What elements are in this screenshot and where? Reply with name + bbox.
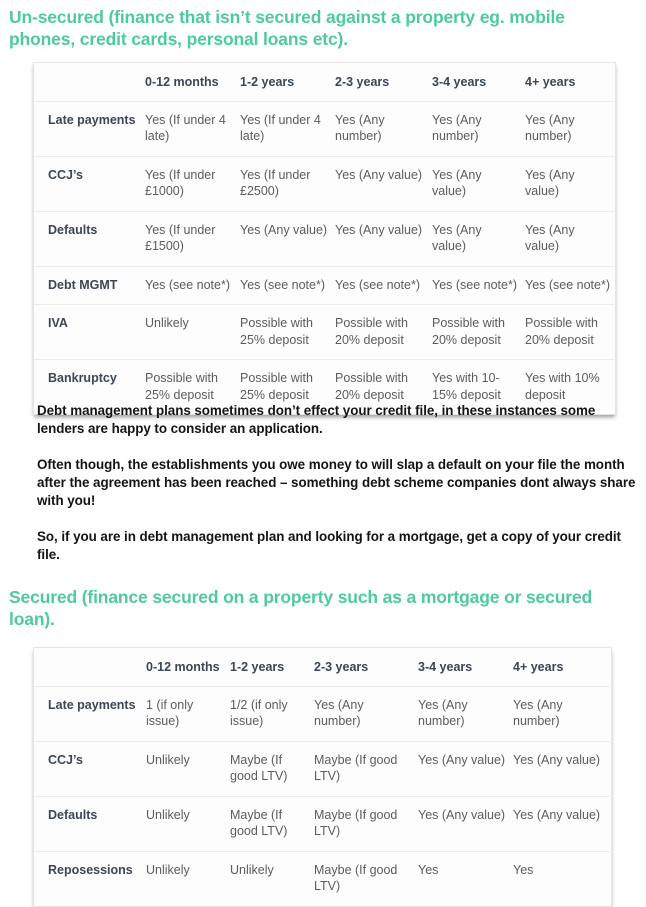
row-label-reposessions: Reposessions	[48, 862, 133, 877]
table-row: CCJ’s Yes (If under £1000) Yes (If under…	[34, 156, 617, 212]
heading-unsecured: Un-secured (finance that isn’t secured a…	[9, 7, 565, 49]
table-cell: Yes (Any value)	[418, 796, 513, 852]
heading-secured: Secured (finance secured on a property s…	[9, 587, 593, 629]
table-cell: Yes (Any number)	[314, 686, 418, 742]
unsecured-table-container: 0-12 months 1-2 years 2-3 years 3-4 year…	[33, 62, 617, 415]
table-cell: Yes	[418, 862, 439, 877]
table-cell: Yes (see note*)	[335, 266, 432, 305]
table-header-row: 0-12 months 1-2 years 2-3 years 3-4 year…	[34, 63, 617, 102]
row-label-ccjs: CCJ’s	[34, 156, 145, 212]
row-label-ccjs: CCJ’s	[34, 741, 146, 797]
row-label-late-payments: Late payments	[34, 686, 146, 742]
table-cell: Yes (Any value)	[418, 741, 513, 797]
header-corner-cell	[34, 648, 146, 687]
table-row: Late payments Yes (If under 4 late) Yes …	[34, 101, 617, 157]
header-col-3-4-years: 3-4 years	[418, 648, 513, 687]
table-cell: Yes (If under £2500)	[240, 156, 335, 212]
table-row: Defaults Unlikely Maybe (If good LTV) Ma…	[34, 796, 613, 852]
table-cell: 1/2 (if only issue)	[230, 686, 314, 742]
table-cell: Yes (Any value)	[513, 741, 613, 797]
header-col-4-plus-years: 4+ years	[513, 648, 613, 687]
table-cell: Yes (Any value)	[525, 156, 617, 212]
table-cell: Yes	[513, 862, 534, 877]
row-label-defaults: Defaults	[34, 211, 145, 267]
secured-criteria-table: 0-12 months 1-2 years 2-3 years 3-4 year…	[34, 648, 613, 906]
secured-table-container: 0-12 months 1-2 years 2-3 years 3-4 year…	[33, 647, 613, 907]
header-col-0-12-months: 0-12 months	[146, 648, 230, 687]
header-col-3-4-years: 3-4 years	[432, 63, 525, 102]
table-cell: Yes (see note*)	[432, 266, 525, 305]
table-row: Reposessions Unlikely Unlikely Maybe (If…	[34, 851, 613, 906]
table-cell: Unlikely	[145, 304, 240, 360]
unsecured-table-body: Late payments Yes (If under 4 late) Yes …	[34, 101, 617, 414]
table-row: Late payments 1 (if only issue) 1/2 (if …	[34, 686, 613, 742]
table-cell: Yes (Any number)	[418, 686, 513, 742]
header-col-4-plus-years: 4+ years	[525, 63, 617, 102]
table-cell: Yes (Any number)	[513, 686, 613, 742]
table-cell: Yes (If under £1500)	[145, 211, 240, 267]
table-cell: Yes (Any number)	[335, 101, 432, 157]
table-cell: Possible with 20% deposit	[335, 304, 432, 360]
row-label-debt-mgmt: Debt MGMT	[34, 266, 145, 305]
table-cell: Yes (Any value)	[335, 156, 432, 212]
table-cell: Possible with 20% deposit	[432, 304, 525, 360]
table-cell: Yes (Any number)	[525, 101, 617, 157]
table-cell: Yes (see note*)	[525, 266, 617, 305]
table-cell: Unlikely	[146, 741, 230, 797]
table-cell: Unlikely	[230, 862, 274, 877]
table-cell: Possible with 20% deposit	[525, 304, 617, 360]
header-col-0-12-months: 0-12 months	[145, 63, 240, 102]
table-cell: Yes (see note*)	[145, 266, 240, 305]
table-cell: Yes (Any number)	[432, 101, 525, 157]
table-cell: Maybe (If good LTV)	[230, 741, 314, 797]
table-row: Defaults Yes (If under £1500) Yes (Any v…	[34, 211, 617, 267]
table-cell: Maybe (If good LTV)	[314, 741, 418, 797]
secured-table-body: Late payments 1 (if only issue) 1/2 (if …	[34, 686, 613, 906]
table-cell: Unlikely	[146, 862, 190, 877]
table-row: Debt MGMT Yes (see note*) Yes (see note*…	[34, 266, 617, 305]
table-header-row: 0-12 months 1-2 years 2-3 years 3-4 year…	[34, 648, 613, 687]
header-corner-cell	[34, 63, 145, 102]
secured-table-head: 0-12 months 1-2 years 2-3 years 3-4 year…	[34, 648, 613, 687]
paragraph-often-though: Often though, the establishments you owe…	[37, 457, 636, 508]
table-cell: Unlikely	[146, 796, 230, 852]
table-cell: 1 (if only issue)	[146, 686, 230, 742]
row-label-defaults: Defaults	[34, 796, 146, 852]
paragraph-get-credit-file: So, if you are in debt management plan a…	[37, 529, 621, 562]
table-cell: Possible with 25% deposit	[240, 304, 335, 360]
table-cell: Yes (see note*)	[240, 266, 335, 305]
table-cell: Maybe (If good LTV)	[230, 796, 314, 852]
table-cell: Yes (If under £1000)	[145, 156, 240, 212]
table-cell: Yes (Any value)	[335, 211, 432, 267]
unsecured-table-head: 0-12 months 1-2 years 2-3 years 3-4 year…	[34, 63, 617, 102]
unsecured-criteria-table: 0-12 months 1-2 years 2-3 years 3-4 year…	[34, 63, 617, 414]
table-cell: Yes (If under 4 late)	[240, 101, 335, 157]
page-root: { "theme": { "heading_color": "#4ecaa0",…	[0, 0, 646, 907]
table-row: IVA Unlikely Possible with 25% deposit P…	[34, 304, 617, 360]
table-cell: Yes (Any value)	[525, 211, 617, 267]
header-col-1-2-years: 1-2 years	[240, 63, 335, 102]
paragraph-debt-management-plans: Debt management plans sometimes don’t ef…	[37, 403, 596, 436]
row-label-late-payments: Late payments	[34, 101, 145, 157]
table-cell: Yes (Any value)	[513, 796, 613, 852]
row-label-iva: IVA	[34, 304, 145, 360]
table-cell: Yes (Any value)	[432, 211, 525, 267]
table-row: CCJ’s Unlikely Maybe (If good LTV) Maybe…	[34, 741, 613, 797]
table-cell: Yes (Any value)	[240, 211, 335, 267]
header-col-1-2-years: 1-2 years	[230, 648, 314, 687]
table-cell: Yes (If under 4 late)	[145, 101, 240, 157]
table-cell: Maybe (If good LTV)	[314, 862, 398, 894]
table-cell: Yes (Any value)	[432, 156, 525, 212]
header-col-2-3-years: 2-3 years	[314, 648, 418, 687]
header-col-2-3-years: 2-3 years	[335, 63, 432, 102]
table-cell: Maybe (If good LTV)	[314, 796, 418, 852]
